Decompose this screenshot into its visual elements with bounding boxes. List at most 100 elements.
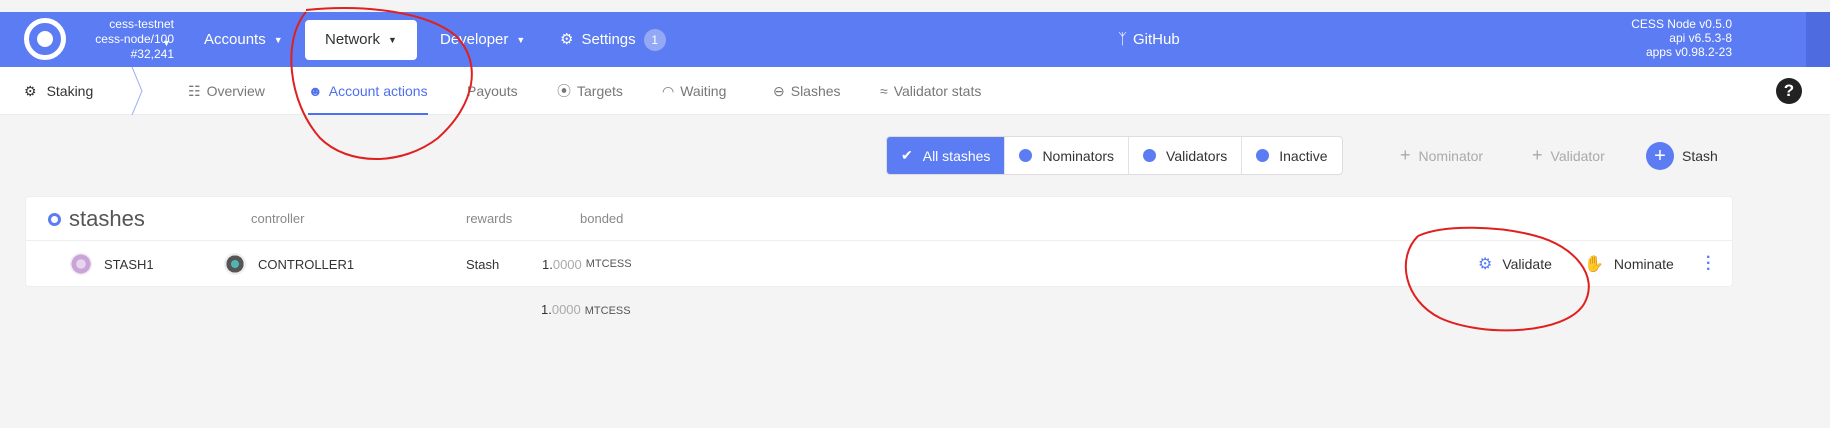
- gears-icon: ⚙: [560, 31, 574, 48]
- filter-nominators-label: Nominators: [1042, 147, 1115, 164]
- filter-validators-label: Validators: [1166, 147, 1228, 164]
- filter-all-stashes[interactable]: ✔ All stashes: [887, 137, 1006, 174]
- target-icon: ⦿: [557, 83, 571, 99]
- radio-dot-icon: [1019, 149, 1033, 162]
- ring-icon: [48, 212, 61, 226]
- column-rewards: rewards: [466, 211, 513, 226]
- tab-targets[interactable]: ⦿ Targets: [557, 67, 623, 115]
- tab-slashes-label: Slashes: [790, 83, 841, 99]
- cog-icon: ⚙: [1478, 256, 1493, 273]
- settings-badge: 1: [643, 29, 666, 51]
- nav-developer-label: Developer: [440, 31, 509, 48]
- tab-waiting-label: Waiting: [680, 83, 727, 99]
- tab-slashes[interactable]: ⊖ Slashes: [773, 67, 841, 115]
- table-row: STASH1 CONTROLLER1 Stash 1. 0000 MTCESS ⚙ …: [26, 241, 1732, 287]
- overview-icon: ☷: [188, 82, 201, 99]
- radio-dot-icon: [1256, 149, 1270, 162]
- validate-label: Validate: [1502, 256, 1552, 272]
- github-label: GitHub: [1133, 31, 1180, 48]
- add-nominator-label: Nominator: [1418, 147, 1484, 164]
- filter-validators[interactable]: Validators: [1129, 137, 1243, 174]
- nav-settings-label: Settings: [581, 31, 636, 48]
- tab-account-actions[interactable]: ☻ Account actions: [308, 67, 428, 115]
- bonded-amount: 1. 0000 MTCESS: [542, 241, 632, 287]
- nominate-button[interactable]: ✋ Nominate: [1584, 241, 1674, 287]
- nav-network-label: Network: [325, 31, 381, 48]
- bonded-dec: 0000: [552, 256, 582, 272]
- tab-validator-stats[interactable]: ≈ Validator stats: [880, 67, 981, 115]
- nominate-label: Nominate: [1613, 256, 1674, 272]
- block-number: #32,241: [130, 47, 174, 61]
- bonded-unit: MTCESS: [585, 258, 632, 270]
- staking-label: Staking: [46, 83, 94, 99]
- add-nominator-button[interactable]: + Nominator: [1400, 136, 1483, 175]
- check-icon: ✔: [901, 147, 913, 163]
- api-version: api v6.5.3-8: [1669, 31, 1732, 45]
- breadcrumb-arrow-icon: [131, 67, 143, 115]
- radio-dot-icon: [1143, 149, 1157, 162]
- add-validator-label: Validator: [1550, 147, 1605, 164]
- tab-targets-label: Targets: [577, 83, 623, 99]
- filter-nominators[interactable]: Nominators: [1005, 137, 1130, 174]
- node-version: CESS Node v0.5.0: [1631, 17, 1732, 31]
- nav-accounts-label: Accounts: [204, 31, 266, 48]
- plus-icon: +: [1532, 145, 1543, 165]
- nav-developer[interactable]: Developer ▼: [440, 20, 525, 60]
- staking-icon: ⚙: [24, 82, 37, 99]
- tab-payouts-label: Payouts: [467, 83, 518, 99]
- total-dec: 0000: [551, 302, 581, 317]
- stash-filter: ✔ All stashes Nominators Validators Inac…: [886, 136, 1343, 175]
- minus-circle-icon: ⊖: [773, 82, 785, 99]
- identicon-icon: [70, 253, 92, 275]
- controller-account[interactable]: CONTROLLER1: [224, 241, 354, 287]
- hand-icon: ✋: [1584, 256, 1604, 273]
- total-int: 1.: [541, 302, 552, 317]
- plus-icon: +: [1400, 145, 1411, 165]
- tab-validator-stats-label: Validator stats: [893, 83, 982, 99]
- chevron-down-icon: ▼: [516, 35, 526, 45]
- add-validator-button[interactable]: + Validator: [1532, 136, 1605, 175]
- controller-name: CONTROLLER1: [258, 256, 355, 272]
- add-stash-button[interactable]: + Stash: [1646, 136, 1718, 175]
- chevron-down-icon: ▼: [273, 35, 283, 45]
- chevron-down-icon[interactable]: ▼: [162, 38, 171, 48]
- staking-root[interactable]: ⚙ Staking: [24, 67, 93, 115]
- nav-settings[interactable]: ⚙ Settings 1: [560, 20, 666, 60]
- rewards-destination: Stash: [466, 256, 500, 272]
- nav-accounts[interactable]: Accounts ▼: [204, 20, 283, 60]
- tab-payouts[interactable]: Payouts: [467, 67, 518, 115]
- plus-circle-icon: +: [1646, 141, 1674, 170]
- git-branch-icon: ᛉ: [1118, 31, 1128, 48]
- chain-node: cess-node/100: [95, 32, 174, 46]
- table-title: stashes: [48, 197, 145, 241]
- help-icon[interactable]: ?: [1776, 78, 1802, 104]
- tab-waiting[interactable]: ◠ Waiting: [662, 67, 726, 115]
- github-link[interactable]: ᛉ GitHub: [1118, 20, 1180, 60]
- user-icon: ☻: [308, 83, 323, 99]
- more-options-icon[interactable]: · · ·: [1706, 250, 1711, 278]
- stash-account[interactable]: STASH1: [70, 241, 154, 287]
- bonded-int: 1.: [542, 256, 553, 272]
- validate-button[interactable]: ⚙ Validate: [1478, 241, 1552, 287]
- table-header: stashes controller rewards bonded: [26, 197, 1732, 241]
- total-unit: MTCESS: [584, 305, 631, 317]
- column-controller: controller: [251, 211, 305, 226]
- sub-navigation: ⚙ Staking ☷ Overview ☻ Account actions P…: [0, 67, 1830, 115]
- polkadot-logo-icon[interactable]: [24, 18, 66, 60]
- identicon-icon: [224, 253, 246, 275]
- tab-overview[interactable]: ☷ Overview: [188, 67, 265, 115]
- node-info: CESS Node v0.5.0 api v6.5.3-8 apps v0.98…: [1631, 17, 1732, 59]
- table-title-label: stashes: [69, 206, 145, 231]
- chevron-down-icon: ▼: [388, 35, 397, 45]
- waiting-icon: ◠: [662, 82, 675, 99]
- stats-icon: ≈: [880, 83, 888, 99]
- add-stash-label: Stash: [1682, 147, 1718, 164]
- filter-inactive[interactable]: Inactive: [1242, 137, 1341, 174]
- filter-all-label: All stashes: [922, 147, 991, 164]
- chain-selector[interactable]: cess-testnet cess-node/100 #32,241: [74, 17, 174, 62]
- stash-name: STASH1: [104, 256, 154, 272]
- chain-name: cess-testnet: [109, 17, 174, 31]
- stashes-table: stashes controller rewards bonded STASH1…: [25, 196, 1733, 287]
- column-bonded: bonded: [580, 211, 624, 226]
- nav-network[interactable]: Network ▼: [305, 20, 417, 60]
